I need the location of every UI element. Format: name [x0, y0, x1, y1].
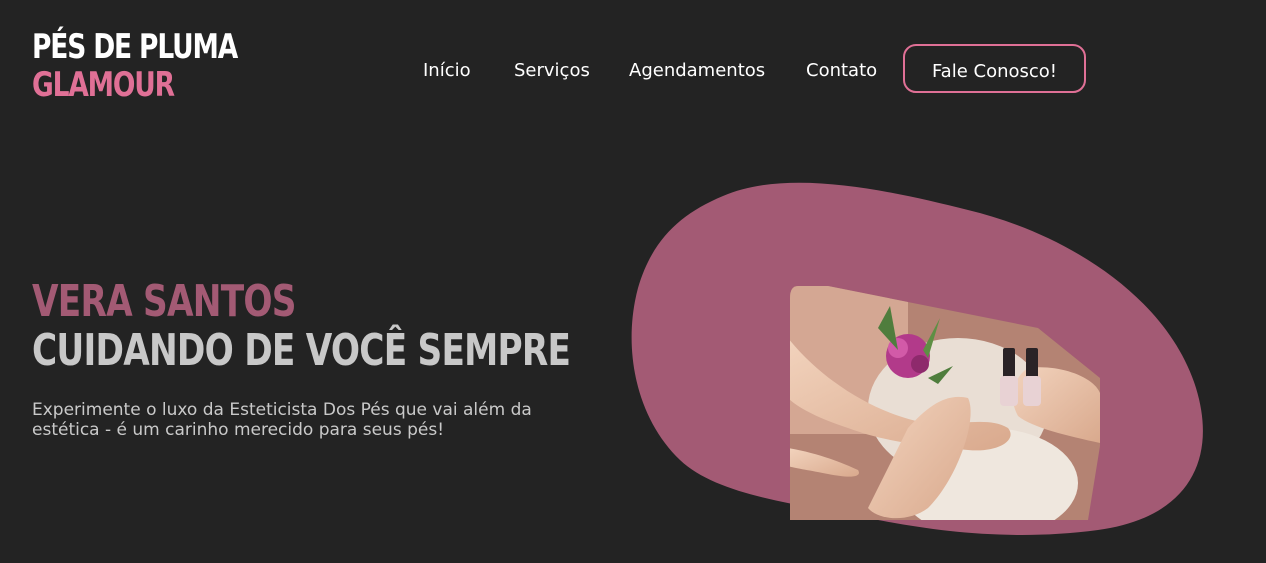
main-nav: Início Serviços Agendamentos Contato Fal…: [0, 44, 1266, 97]
hero-description: Experimente o luxo da Esteticista Dos Pé…: [32, 400, 532, 440]
nav-link-contato[interactable]: Contato: [806, 44, 877, 97]
hero-tagline: CUIDANDO DE VOCÊ SEMPRE: [32, 325, 571, 376]
nav-link-agendamentos[interactable]: Agendamentos: [629, 44, 765, 97]
hero-illustration: [631, 182, 1203, 535]
contact-us-button[interactable]: Fale Conosco!: [903, 44, 1086, 93]
hero-image: [628, 178, 1208, 538]
hero-name: VERA SANTOS: [32, 276, 296, 327]
nav-link-servicos[interactable]: Serviços: [514, 44, 590, 97]
nav-link-inicio[interactable]: Início: [423, 44, 471, 97]
hero-text: VERA SANTOS CUIDANDO DE VOCÊ SEMPRE Expe…: [32, 276, 592, 441]
